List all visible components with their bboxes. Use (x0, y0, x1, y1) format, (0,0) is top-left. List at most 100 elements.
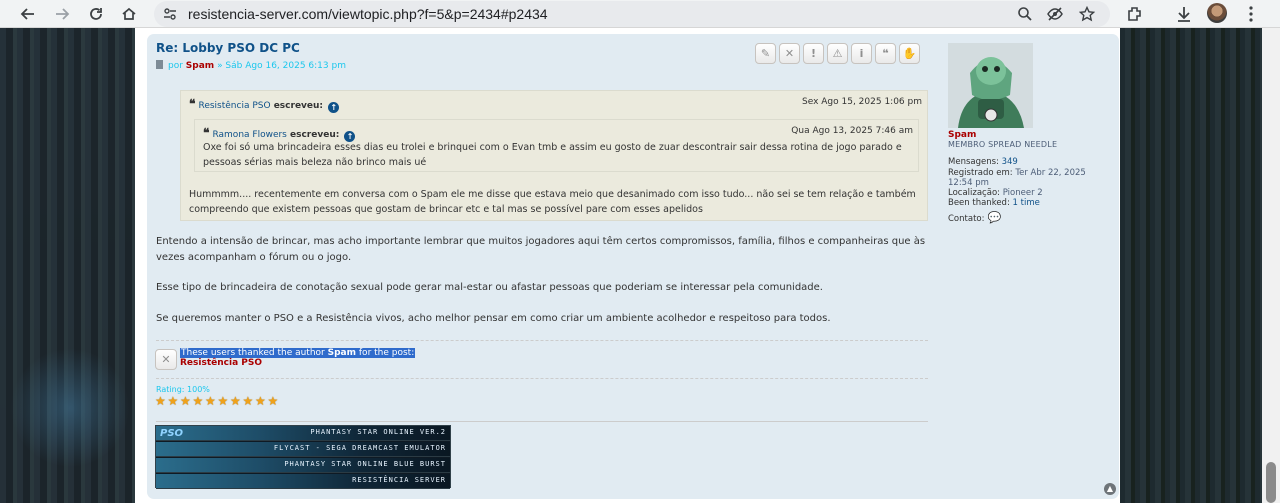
quote-inner-date: Qua Ago 13, 2025 7:46 am (791, 126, 913, 136)
star-icon: ★ (267, 394, 279, 408)
quote-outer-text: Hummmm.... recentemente em conversa com … (189, 189, 916, 215)
scrollbar-thumb[interactable] (1266, 462, 1276, 503)
signature-row-text: RESISTÊNCIA SERVER (352, 476, 446, 484)
signature-row: PHANTASY STAR ONLINE BLUE BURST (156, 458, 450, 473)
profile-registered: Registrado em: Ter Abr 22, 2025 (948, 168, 1086, 178)
zoom-icon[interactable] (1017, 6, 1033, 22)
profile-posts-label: Mensagens: (948, 157, 999, 167)
profile-location: Localização: Pioneer 2 (948, 188, 1043, 198)
remove-thanks-button[interactable]: ✕ (155, 349, 177, 370)
eye-off-icon[interactable] (1047, 6, 1063, 22)
signature-banner: PSO PHANTASY STAR ONLINE VER.2 FLYCAST - … (155, 425, 451, 489)
post-title[interactable]: Re: Lobby PSO DC PC (156, 41, 300, 55)
signature-row-text: PHANTASY STAR ONLINE VER.2 (310, 428, 446, 436)
profile-posts: Mensagens: 349 (948, 157, 1018, 167)
post-paragraph: Esse tipo de brincadeira de conotação se… (156, 282, 823, 293)
star-icon: ★ (192, 394, 204, 408)
star-icon: ★ (167, 394, 179, 408)
dislike-icon[interactable]: ✋ (899, 43, 920, 64)
profile-contact-label: Contato: (948, 214, 985, 224)
rating-stars: ★ ★ ★ ★ ★ ★ ★ ★ ★ ★ (155, 395, 280, 407)
post-title-link[interactable]: Re: Lobby PSO DC PC (156, 41, 300, 55)
back-icon[interactable] (18, 4, 38, 24)
browser-toolbar: resistencia-server.com/viewtopic.php?f=5… (0, 0, 1280, 28)
url-text[interactable]: resistencia-server.com/viewtopic.php?f=5… (188, 6, 548, 22)
thanks-user-link[interactable]: Resistência PSO (180, 358, 262, 368)
quote-outer-wrote: escreveu: (273, 101, 324, 111)
quote-inner-wrote: escreveu: (290, 130, 340, 140)
avatar[interactable] (948, 43, 1033, 128)
star-icon: ★ (217, 394, 229, 408)
profile-thanked-label: Been thanked: (948, 198, 1010, 208)
post-paragraph: Entendo a intensão de brincar, mas acho … (156, 236, 926, 263)
profile-registered-time-value: 12:54 pm (948, 178, 989, 188)
post-actions: ✎ ✕ ! ⚠ i ❝ ✋ (755, 43, 920, 64)
arrow-up-circle-icon[interactable]: ↑ (328, 102, 340, 113)
site-settings-icon[interactable] (163, 7, 177, 21)
profile-registered-time: 12:54 pm (948, 178, 989, 188)
delete-icon[interactable]: ✕ (779, 43, 800, 64)
quote-icon[interactable]: ❝ (875, 43, 896, 64)
profile-avatar-icon[interactable] (1207, 3, 1227, 23)
bookmark-star-icon[interactable] (1079, 6, 1095, 22)
extensions-icon[interactable] (1126, 5, 1144, 23)
page-scrollbar[interactable] (1262, 28, 1280, 503)
quote-outer: ❝ Resistência PSO escreveu: ↑ Sex Ago 15,… (180, 90, 928, 221)
signature-row: RESISTÊNCIA SERVER (156, 474, 450, 489)
back-to-top-icon[interactable]: ▲ (1104, 483, 1116, 495)
quote-inner: ❝ Ramona Flowers escreveu: ↑ Qua Ago 13, … (194, 119, 919, 172)
quote-mark-icon: ❝ (189, 97, 196, 111)
chat-bubble-icon[interactable]: 💬 (987, 211, 1001, 224)
home-icon[interactable] (119, 4, 139, 24)
page-viewport: Re: Lobby PSO DC PC por Spam » Sáb Ago 1… (0, 28, 1280, 503)
rating-label: Rating: 100% (156, 385, 210, 394)
thanks-text-before: These users thanked the author (181, 348, 325, 358)
profile-registered-label: Registrado em: (948, 168, 1013, 178)
avatar-robot-image (948, 43, 1033, 128)
report-icon[interactable]: ! (803, 43, 824, 64)
quote-outer-cite: ❝ Resistência PSO escreveu: ↑ Sex Ago 15,… (189, 97, 922, 113)
quote-inner-author[interactable]: Ramona Flowers (212, 130, 286, 140)
thanks-text-after: for the post: (358, 348, 415, 358)
signature-row: FLYCAST - SEGA DREAMCAST EMULATOR (156, 442, 450, 457)
edit-icon[interactable]: ✎ (755, 43, 776, 64)
star-icon: ★ (242, 394, 254, 408)
star-icon: ★ (230, 394, 241, 408)
info-icon[interactable]: i (851, 43, 872, 64)
signature-logo: PSO (160, 428, 184, 439)
download-icon[interactable] (1175, 5, 1193, 23)
menu-dots-icon[interactable] (1242, 5, 1260, 23)
byline-author[interactable]: Spam (186, 61, 214, 71)
post: Re: Lobby PSO DC PC por Spam » Sáb Ago 1… (147, 34, 1119, 499)
rating-divider (156, 378, 928, 379)
forward-icon[interactable] (52, 4, 72, 24)
reload-icon[interactable] (86, 4, 106, 24)
star-icon: ★ (205, 394, 216, 408)
quote-inner-cite: ❝ Ramona Flowers escreveu: ↑ Qua Ago 13, … (203, 126, 913, 142)
profile-rank: MEMBRO SPREAD NEEDLE (948, 140, 1058, 149)
quote-outer-date: Sex Ago 15, 2025 1:06 pm (801, 97, 922, 107)
profile-location-value: Pioneer 2 (1002, 188, 1043, 198)
star-icon: ★ (255, 394, 266, 408)
signature-row: PSO PHANTASY STAR ONLINE VER.2 (156, 426, 450, 441)
profile-contact: Contato: 💬 (948, 211, 1001, 224)
thanks-divider (156, 340, 928, 341)
address-bar[interactable]: resistencia-server.com/viewtopic.php?f=5… (154, 1, 1110, 27)
thanks-author[interactable]: Spam (328, 348, 356, 358)
warn-icon[interactable]: ⚠ (827, 43, 848, 64)
post-file-icon[interactable] (156, 60, 163, 69)
post-byline: por Spam » Sáb Ago 16, 2025 6:13 pm (156, 60, 346, 71)
quote-outer-author[interactable]: Resistência PSO (198, 101, 270, 111)
background-art-right (1120, 28, 1280, 503)
profile-name[interactable]: Spam (948, 130, 976, 140)
signature-divider (156, 421, 928, 422)
profile-location-label: Localização: (948, 188, 1001, 198)
profile-registered-value: Ter Abr 22, 2025 (1015, 168, 1086, 178)
post-paragraph: Se queremos manter o PSO e a Resistência… (156, 313, 831, 324)
byline-prefix: por (168, 61, 183, 71)
signature-row-text: FLYCAST - SEGA DREAMCAST EMULATOR (273, 444, 446, 452)
profile-thanked-link[interactable]: 1 time (1013, 198, 1040, 208)
byline-date: » Sáb Ago 16, 2025 6:13 pm (217, 61, 346, 71)
profile-posts-link[interactable]: 349 (1002, 157, 1018, 167)
thanks-text: These users thanked the author Spam for … (180, 348, 416, 358)
